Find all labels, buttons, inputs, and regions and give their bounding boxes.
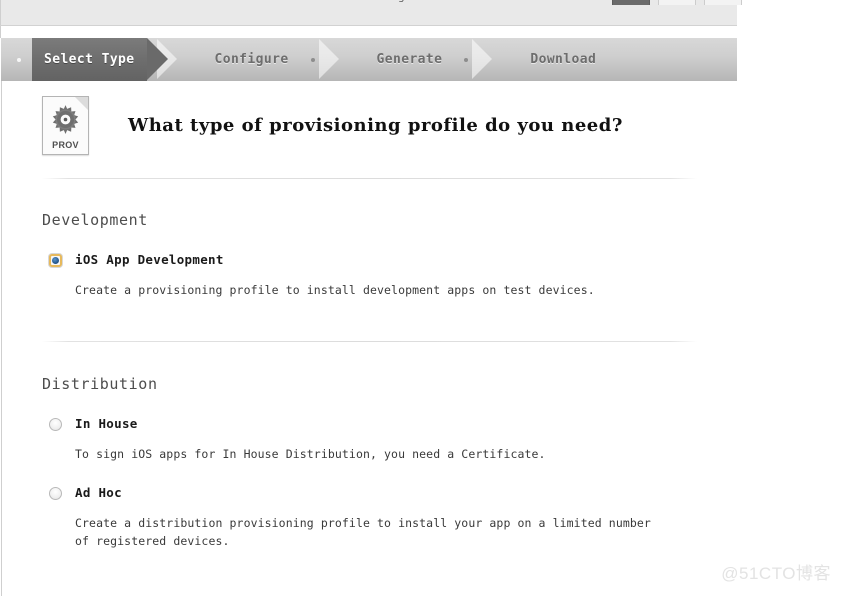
chrome-tab-2[interactable] <box>658 0 696 5</box>
step-dot-icon <box>310 57 315 62</box>
option-ad-hoc[interactable]: Ad Hoc Create a distribution provisionin… <box>42 485 702 550</box>
window-chrome-strip: g <box>0 0 742 26</box>
wizard-step-configure-label: Configure <box>214 52 289 67</box>
step-separator-3 <box>462 38 494 81</box>
wizard-step-select-type[interactable]: Select Type <box>32 38 167 81</box>
main-content-panel: PROV What type of provisioning profile d… <box>1 81 737 596</box>
wizard-step-download-label: Download <box>530 52 597 67</box>
radio-ad-hoc[interactable] <box>49 487 62 500</box>
section-development: Development iOS App Development Create a… <box>42 211 702 299</box>
wizard-step-generate-label: Generate <box>376 52 443 67</box>
step-separator-2 <box>309 38 341 81</box>
option-ad-hoc-description: Create a distribution provisioning profi… <box>75 516 651 548</box>
option-ios-app-development-description: Create a provisioning profile to install… <box>75 283 595 297</box>
watermark: @51CTO博客 <box>721 564 831 583</box>
chrome-left-border <box>0 0 1 25</box>
page-title: What type of provisioning profile do you… <box>128 115 623 136</box>
section-distribution: Distribution In House To sign iOS apps f… <box>42 375 702 550</box>
chevron-right-icon <box>472 39 493 79</box>
wizard-step-generate[interactable]: Generate <box>341 38 463 81</box>
chrome-tab-strip <box>612 0 742 5</box>
partial-text-glyph: g <box>398 0 405 3</box>
option-ios-app-development-label: iOS App Development <box>75 252 224 267</box>
section-distribution-title: Distribution <box>42 375 158 393</box>
radio-in-house[interactable] <box>49 418 62 431</box>
provisioning-profile-document-icon: PROV <box>42 96 89 155</box>
chrome-tab-3[interactable] <box>704 0 742 5</box>
prov-icon-label: PROV <box>52 140 79 150</box>
section-development-title: Development <box>42 211 148 229</box>
wizard-step-configure[interactable]: Configure <box>179 38 309 81</box>
option-ios-app-development[interactable]: iOS App Development Create a provisionin… <box>42 252 702 299</box>
step-lead-dot-icon <box>17 57 21 62</box>
chrome-gap-strip <box>0 26 738 38</box>
step-dot-icon <box>464 57 469 62</box>
gear-icon <box>43 103 88 140</box>
wizard-step-bar: Select Type Configure Generate Download <box>1 38 737 81</box>
option-in-house-description: To sign iOS apps for In House Distributi… <box>75 447 546 461</box>
option-ad-hoc-label: Ad Hoc <box>75 485 122 500</box>
chrome-tab-1[interactable] <box>612 0 650 5</box>
wizard-step-download[interactable]: Download <box>494 38 616 81</box>
section-divider-middle <box>42 341 697 342</box>
chevron-right-icon <box>318 39 339 79</box>
page-hero: PROV What type of provisioning profile d… <box>42 96 623 155</box>
wizard-step-track: Select Type Configure Generate Download <box>1 38 616 81</box>
option-in-house[interactable]: In House To sign iOS apps for In House D… <box>42 416 702 463</box>
wizard-step-select-type-label: Select Type <box>44 52 135 67</box>
section-divider-top <box>42 178 697 179</box>
option-in-house-label: In House <box>75 416 138 431</box>
radio-ios-app-development[interactable] <box>49 254 62 267</box>
